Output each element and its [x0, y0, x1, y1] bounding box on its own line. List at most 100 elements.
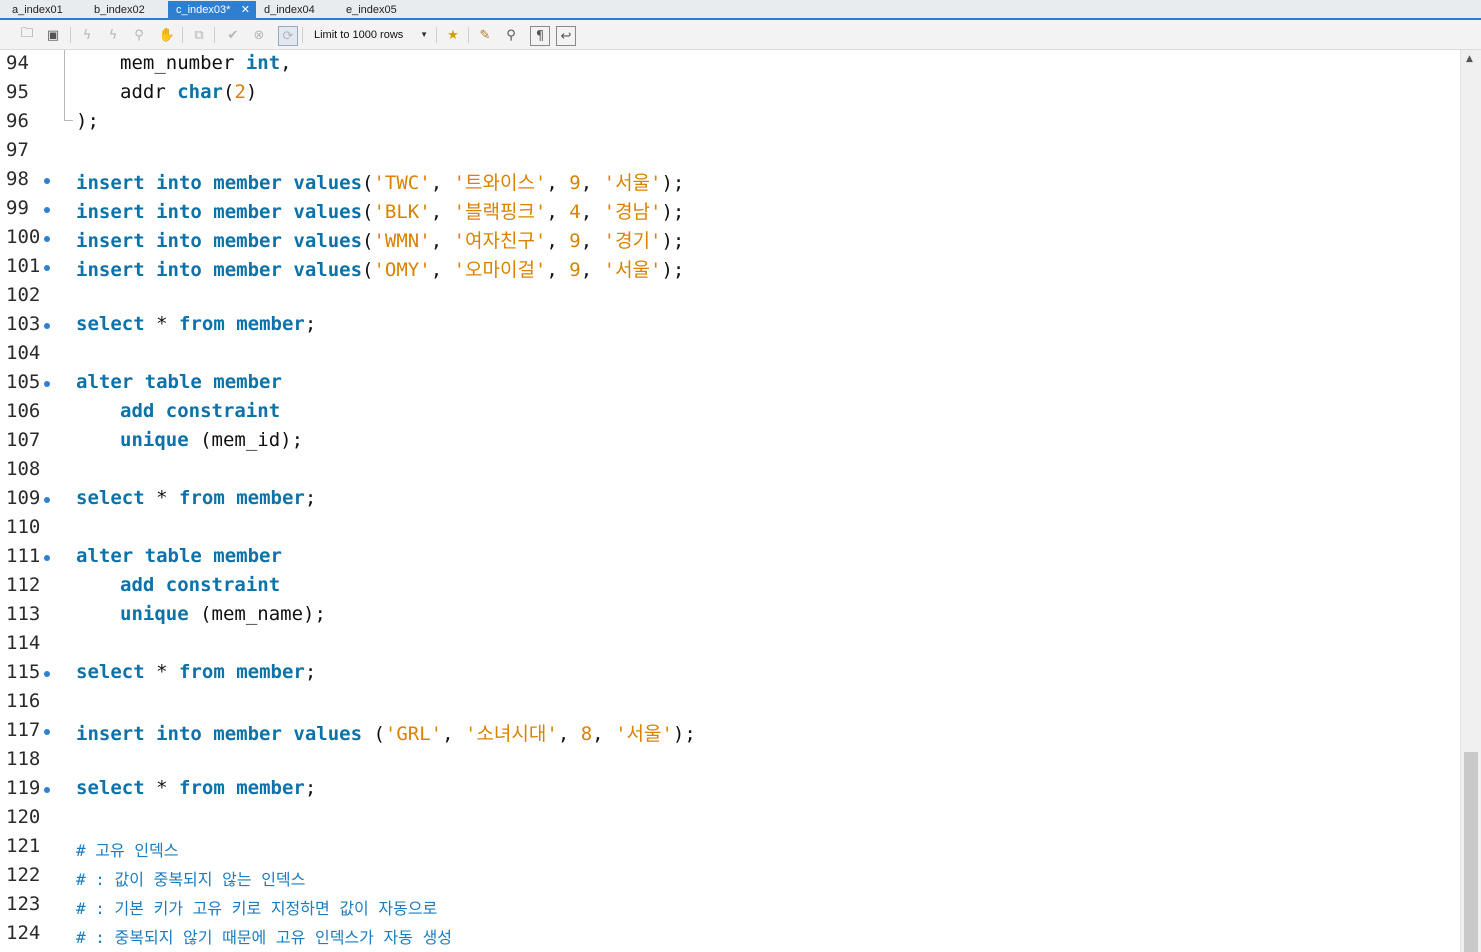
code-text: );: [76, 110, 99, 132]
line-number: 117: [6, 719, 41, 741]
commit-icon[interactable]: ✔: [224, 26, 242, 44]
execute-line-icon[interactable]: ϟ: [104, 26, 122, 44]
sql-editor[interactable]: 94 mem_number int, 95 addr char(2) 96 );…: [0, 50, 1460, 952]
code-line: 120: [0, 804, 1460, 833]
code-line: 119 select * from member;: [0, 775, 1460, 804]
statement-marker-icon: [44, 787, 50, 793]
stop-icon[interactable]: ✋: [158, 26, 176, 44]
chevron-down-icon: ▼: [420, 30, 428, 39]
statement-marker-icon: [44, 497, 50, 503]
keyword: from: [179, 487, 225, 509]
code-line: 98 insert into member values('TWC', '트와이…: [0, 166, 1460, 195]
code-text: select * from member;: [76, 777, 317, 799]
line-number: 112: [6, 574, 41, 596]
keyword: select: [76, 777, 145, 799]
line-number: 113: [6, 603, 41, 625]
operator: *: [156, 313, 168, 335]
limit-rows-select[interactable]: Limit to 1000 rows ▼: [308, 25, 432, 45]
execute-icon[interactable]: ϟ: [78, 26, 96, 44]
string-literal: 'GRL': [384, 723, 443, 745]
scroll-up-arrow-icon[interactable]: ▲: [1466, 54, 1473, 64]
code-text: addr char(2): [120, 81, 257, 103]
code-line: 107 unique (mem_id);: [0, 427, 1460, 456]
code-line: 99 insert into member values('BLK', '블랙핑…: [0, 195, 1460, 224]
fold-guide: [64, 79, 73, 108]
toggle-continue-icon[interactable]: ⧉: [190, 26, 208, 44]
code-line: 102: [0, 282, 1460, 311]
string-literal: '경기': [603, 230, 662, 252]
code-line: 106 add constraint: [0, 398, 1460, 427]
punct: (: [222, 81, 235, 103]
operator: *: [156, 487, 168, 509]
explain-icon[interactable]: ⚲: [130, 26, 148, 44]
keyword: select: [76, 661, 145, 683]
keyword: values: [293, 172, 363, 194]
code-line: 114: [0, 630, 1460, 659]
code-line: 111 alter table member: [0, 543, 1460, 572]
find-icon[interactable]: ⚲: [502, 26, 520, 44]
beautify-icon[interactable]: ✎: [476, 26, 494, 44]
toolbar-separator: [436, 27, 437, 43]
code-line: 117 insert into member values ('GRL', '소…: [0, 717, 1460, 746]
code-text: alter table member: [76, 545, 282, 567]
punct: ,: [280, 52, 292, 74]
toolbar-separator: [302, 27, 303, 43]
rollback-icon[interactable]: ⊗: [250, 26, 268, 44]
keyword: insert into: [76, 230, 202, 252]
identifier: addr: [120, 81, 166, 103]
keyword: from: [179, 313, 225, 335]
toolbar-separator: [214, 27, 215, 43]
add-snippet-icon[interactable]: ★: [444, 26, 462, 44]
table-name: member: [213, 371, 282, 393]
table-name: member: [213, 723, 282, 745]
line-number: 119: [6, 777, 41, 799]
tab-e-index05[interactable]: e_index05: [334, 1, 416, 19]
vertical-scrollbar[interactable]: ▲: [1460, 50, 1481, 952]
invisible-chars-icon[interactable]: ¶: [530, 26, 550, 46]
line-number: 118: [6, 748, 41, 770]
line-number: 100: [6, 226, 41, 248]
identifier: mem_number: [120, 52, 235, 74]
number: 4: [569, 201, 581, 223]
punct: ): [245, 81, 258, 103]
code-line: 97: [0, 137, 1460, 166]
open-folder-icon[interactable]: 🗀: [18, 26, 36, 44]
keyword: insert into: [76, 201, 202, 223]
code-line: 103 select * from member;: [0, 311, 1460, 340]
line-number: 96: [6, 110, 29, 132]
tab-a-index01[interactable]: a_index01: [0, 1, 82, 19]
code-line: 105 alter table member: [0, 369, 1460, 398]
keyword: unique: [120, 603, 189, 625]
tab-b-index02[interactable]: b_index02: [82, 1, 164, 19]
table-name: member: [236, 777, 305, 799]
line-number: 101: [6, 255, 41, 277]
sql-editor-toolbar: 🗀 ▣ ϟ ϟ ⚲ ✋ ⧉ ✔ ⊗ ⟳ Limit to 1000 rows ▼…: [0, 20, 1481, 50]
line-number: 115: [6, 661, 41, 683]
close-icon[interactable]: ✕: [241, 1, 250, 19]
line-number: 107: [6, 429, 41, 451]
statement-marker-icon: [44, 671, 50, 677]
number: 9: [569, 230, 581, 252]
scrollbar-thumb[interactable]: [1464, 752, 1478, 952]
code-line: 116: [0, 688, 1460, 717]
statement-marker-icon: [44, 207, 50, 213]
tab-c-index03[interactable]: c_index03* ✕: [168, 1, 256, 19]
code-text: add constraint: [120, 400, 280, 422]
code-text: add constraint: [120, 574, 280, 596]
wrap-icon[interactable]: ↩: [556, 26, 576, 46]
string-literal: '경남': [603, 201, 662, 223]
code-line: 124 # : 중복되지 않기 때문에 고유 인덱스가 자동 생성: [0, 920, 1460, 949]
line-number: 103: [6, 313, 41, 335]
operator: *: [156, 777, 168, 799]
statement-marker-icon: [44, 729, 50, 735]
type-keyword: char: [177, 81, 223, 103]
fold-guide: [64, 108, 73, 121]
code-line: 104: [0, 340, 1460, 369]
limit-rows-value: Limit to 1000 rows: [314, 29, 404, 41]
string-literal: '오마이걸': [453, 259, 547, 281]
save-icon[interactable]: ▣: [44, 26, 62, 44]
autocommit-icon[interactable]: ⟳: [278, 26, 298, 46]
tab-d-index04[interactable]: d_index04: [252, 1, 334, 19]
code-line: 108: [0, 456, 1460, 485]
code-line: 101 insert into member values('OMY', '오마…: [0, 253, 1460, 282]
